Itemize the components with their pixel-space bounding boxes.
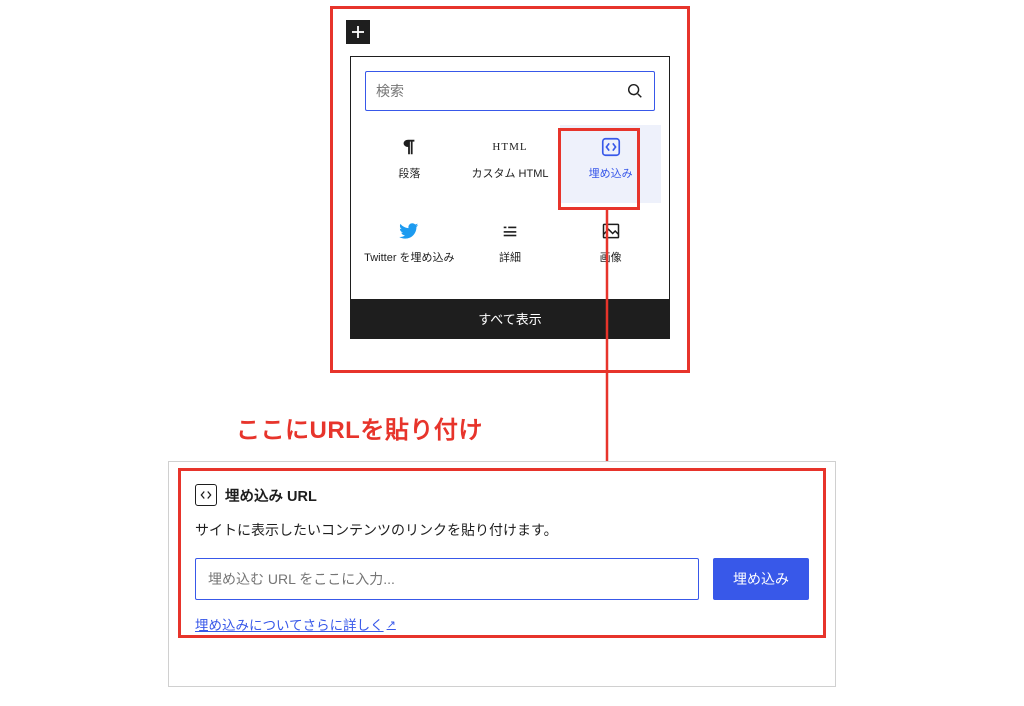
block-label: 詳細 [499, 251, 521, 266]
plus-icon [350, 24, 366, 40]
embed-icon [195, 484, 217, 506]
block-details[interactable]: 詳細 [460, 209, 561, 287]
image-icon [599, 219, 623, 243]
block-grid: 段落 HTML カスタム HTML 埋め込み Twitt [351, 121, 669, 299]
learn-more-link[interactable]: 埋め込みについてさらに詳しく ↗ [195, 614, 396, 634]
block-label: 段落 [398, 167, 420, 182]
block-custom-html[interactable]: HTML カスタム HTML [460, 125, 561, 203]
twitter-icon [397, 219, 421, 243]
block-label: 埋め込み [589, 167, 633, 182]
url-input-row: 埋め込み [195, 558, 809, 600]
embed-panel-title: 埋め込み URL [225, 485, 317, 506]
block-paragraph[interactable]: 段落 [359, 125, 460, 203]
block-image[interactable]: 画像 [560, 209, 661, 287]
block-twitter[interactable]: Twitter を埋め込み [359, 209, 460, 287]
embed-icon [599, 135, 623, 159]
embed-title-row: 埋め込み URL [195, 484, 809, 506]
block-label: Twitter を埋め込み [364, 251, 454, 266]
block-label: カスタム HTML [471, 167, 548, 182]
show-all-button[interactable]: すべて表示 [351, 299, 669, 338]
learn-more-text: 埋め込みについてさらに詳しく [195, 614, 384, 634]
block-label: 画像 [600, 251, 622, 266]
paragraph-icon [397, 135, 421, 159]
search-icon [626, 82, 644, 100]
block-search-input[interactable] [376, 83, 626, 99]
add-block-button[interactable] [346, 20, 370, 44]
embed-submit-button[interactable]: 埋め込み [713, 558, 809, 600]
embed-url-panel: 埋め込み URL サイトに表示したいコンテンツのリンクを貼り付けます。 埋め込み… [168, 461, 836, 687]
embed-description: サイトに表示したいコンテンツのリンクを貼り付けます。 [195, 520, 809, 540]
search-row [365, 71, 655, 111]
html-icon: HTML [498, 135, 522, 159]
details-icon [498, 219, 522, 243]
inserter-popover: 段落 HTML カスタム HTML 埋め込み Twitt [350, 56, 670, 339]
block-inserter-panel: 段落 HTML カスタム HTML 埋め込み Twitt [338, 14, 682, 366]
block-embed[interactable]: 埋め込み [560, 125, 661, 203]
embed-url-input[interactable] [195, 558, 699, 600]
annotation-text: ここにURLを貼り付け [236, 410, 483, 445]
external-link-icon: ↗ [387, 618, 396, 631]
